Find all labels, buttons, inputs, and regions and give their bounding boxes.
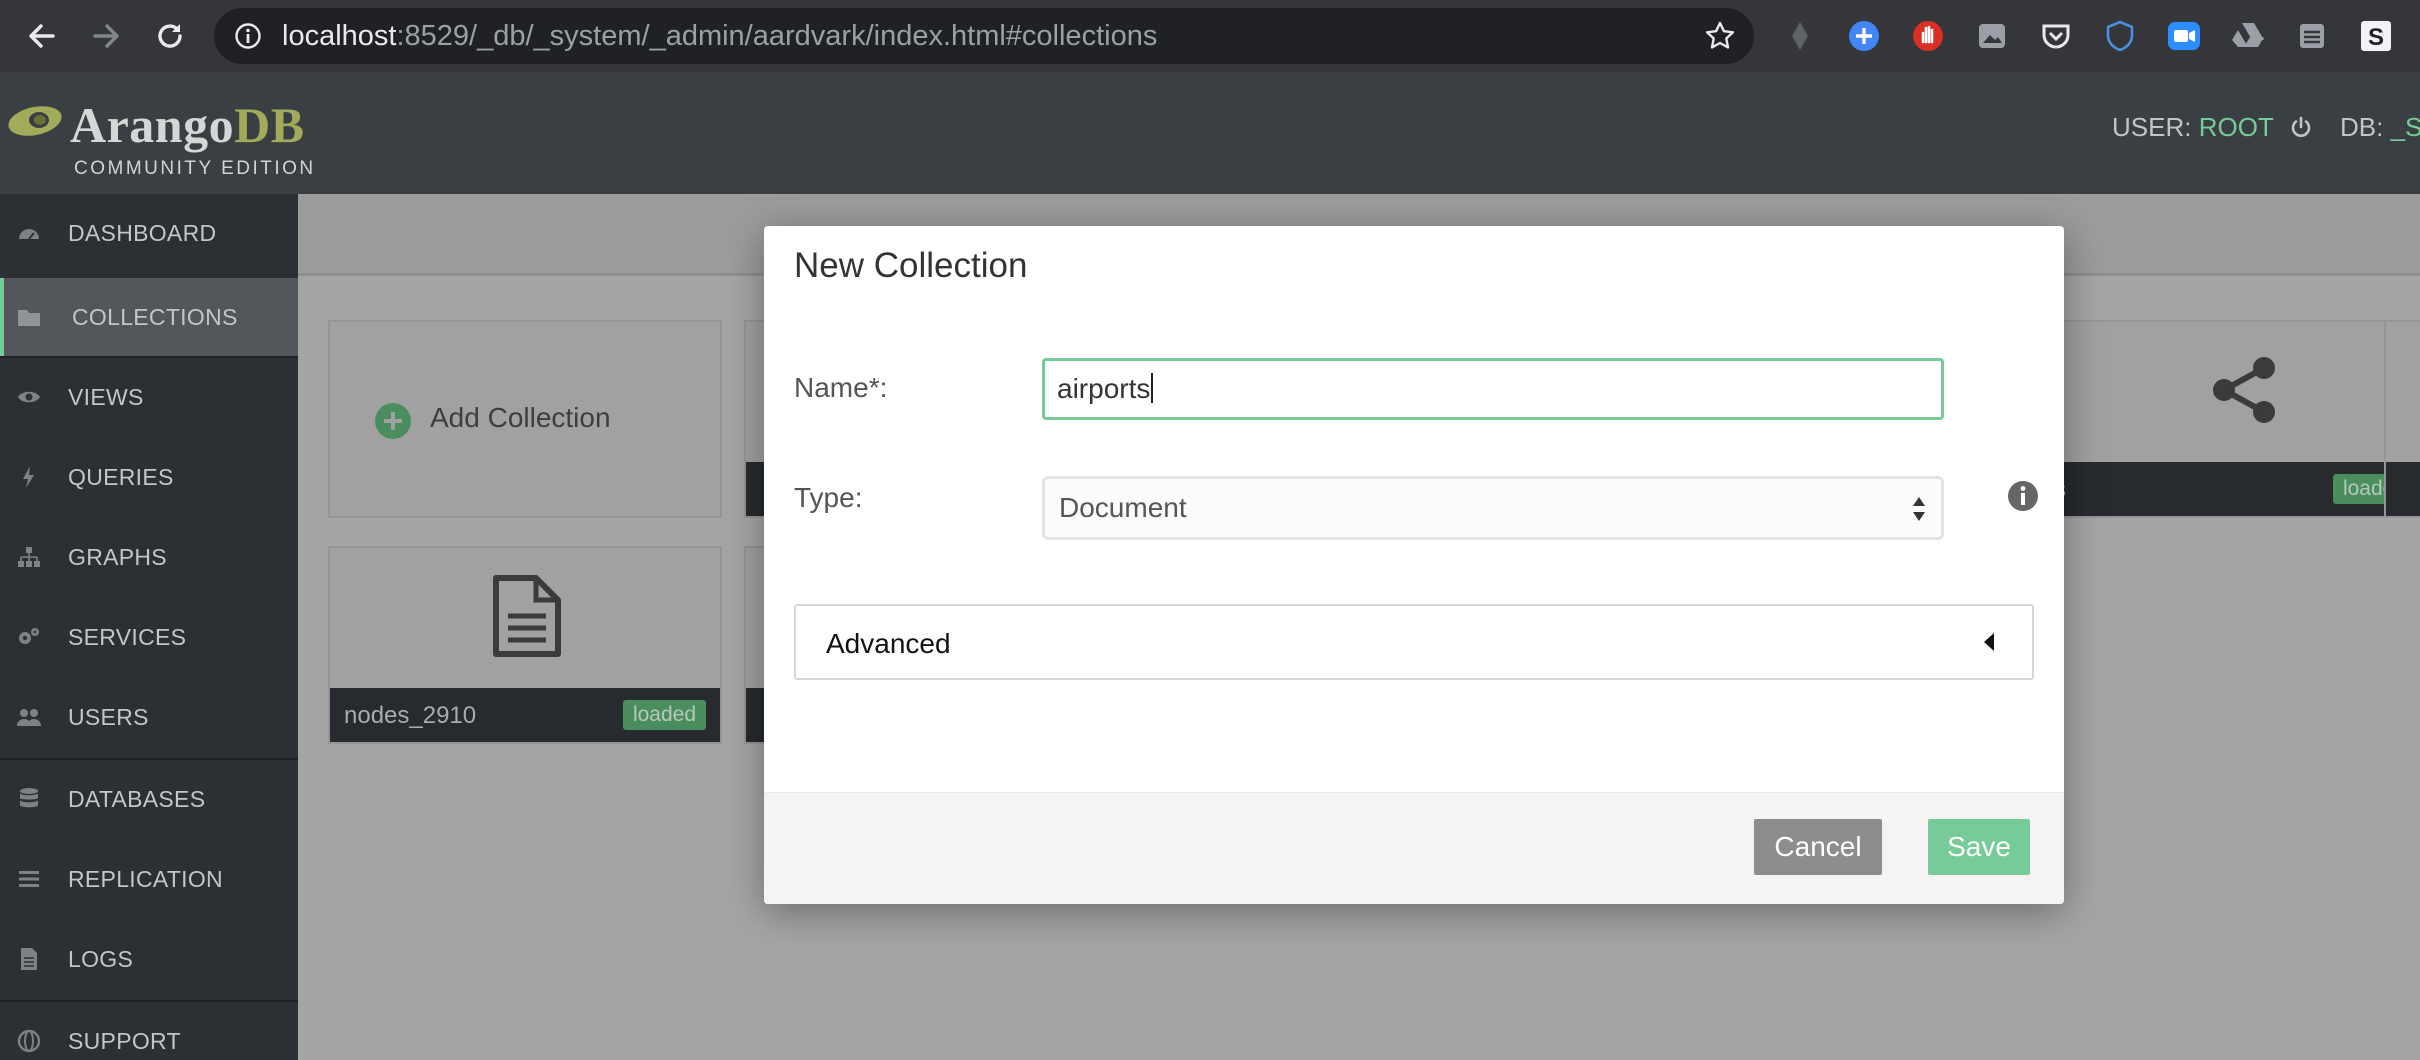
extension-shield-icon[interactable] xyxy=(2102,18,2138,54)
logout-power-icon[interactable] xyxy=(2289,115,2313,139)
collection-tile-footer: s loaded xyxy=(2040,462,2420,516)
sidebar: DASHBOARD COLLECTIONS VIEWS QUERIES GRAP… xyxy=(0,194,298,1060)
sidebar-item-collections[interactable]: COLLECTIONS xyxy=(0,278,298,356)
add-circle-icon xyxy=(375,403,411,439)
sidebar-item-dashboard[interactable]: DASHBOARD xyxy=(0,194,298,272)
new-collection-modal: New Collection Name*: airports Type: Doc… xyxy=(764,226,2064,904)
edition-label: COMMUNITY EDITION xyxy=(74,158,316,179)
back-icon[interactable] xyxy=(20,14,64,58)
dashboard-icon xyxy=(19,229,39,240)
collection-tile[interactable] xyxy=(2384,320,2420,518)
sidebar-item-support[interactable]: SUPPORT xyxy=(0,1002,298,1060)
database-icon xyxy=(20,788,38,808)
sidebar-item-views[interactable]: VIEWS xyxy=(0,358,298,436)
add-collection-tile[interactable]: Add Collection xyxy=(328,320,722,518)
extension-photo-icon[interactable] xyxy=(1974,18,2010,54)
extension-hand-icon[interactable] xyxy=(1910,18,1946,54)
reload-icon[interactable] xyxy=(148,14,192,58)
logo-text[interactable]: ArangoDB xyxy=(70,96,305,154)
forward-icon[interactable] xyxy=(84,14,128,58)
pocket-icon[interactable] xyxy=(2038,18,2074,54)
extension-stack-icon[interactable] xyxy=(2294,18,2330,54)
svg-text:S: S xyxy=(2368,24,2384,51)
browser-toolbar: localhost:8529/_db/_system/_admin/aardva… xyxy=(0,0,2420,72)
collection-name: nodes_2910 xyxy=(344,702,477,729)
extension-plus-icon[interactable] xyxy=(1846,18,1882,54)
collection-type-select[interactable]: Document xyxy=(1042,476,1944,540)
type-field-label: Type: xyxy=(794,482,863,513)
collection-tile[interactable]: s loaded xyxy=(2038,320,2420,518)
modal-footer: Cancel Save xyxy=(764,792,2064,904)
collection-name-input[interactable]: airports xyxy=(1042,358,1944,420)
collection-tile[interactable]: nodes_2910 loaded xyxy=(328,546,722,744)
sitemap-icon xyxy=(18,547,40,567)
caret-left-icon xyxy=(1984,633,1994,651)
drive-icon[interactable] xyxy=(2230,18,2266,54)
name-field-label: Name*: xyxy=(794,372,888,403)
sidebar-item-services[interactable]: SERVICES xyxy=(0,598,298,676)
sidebar-item-users[interactable]: USERS xyxy=(0,678,298,756)
arangodb-logo-icon[interactable] xyxy=(6,102,64,138)
sidebar-item-databases[interactable]: DATABASES xyxy=(0,760,298,838)
sidebar-item-logs[interactable]: LOGS xyxy=(0,920,298,998)
extension-s-icon[interactable]: S xyxy=(2358,18,2394,54)
bookmark-star-icon[interactable] xyxy=(1704,20,1736,52)
eye-icon xyxy=(18,391,40,403)
status-badge: loaded xyxy=(622,700,706,730)
collection-tile-footer xyxy=(2386,462,2420,516)
sidebar-item-graphs[interactable]: GRAPHS xyxy=(0,518,298,596)
modal-title: New Collection xyxy=(794,246,1028,285)
extension-diamond-icon[interactable] xyxy=(1782,18,1818,54)
address-bar[interactable]: localhost:8529/_db/_system/_admin/aardva… xyxy=(214,8,1754,64)
document-icon xyxy=(493,575,561,657)
share-edge-icon xyxy=(2213,357,2275,423)
info-icon[interactable] xyxy=(2007,480,2039,512)
text-cursor xyxy=(1151,373,1154,403)
collection-tile-footer: nodes_2910 loaded xyxy=(330,688,720,742)
save-button[interactable]: Save xyxy=(1928,819,2030,875)
site-info-icon[interactable] xyxy=(234,22,262,50)
zoom-icon[interactable] xyxy=(2166,18,2202,54)
file-icon xyxy=(21,948,37,970)
user-info[interactable]: USER: ROOT xyxy=(2112,112,2313,143)
sidebar-item-replication[interactable]: REPLICATION xyxy=(0,840,298,918)
users-icon xyxy=(17,709,41,726)
globe-icon xyxy=(17,1029,41,1053)
db-info[interactable]: DB: _SY xyxy=(2340,112,2420,143)
sidebar-item-queries[interactable]: QUERIES xyxy=(0,438,298,516)
folder-icon xyxy=(18,310,40,326)
cogs-icon xyxy=(19,628,39,644)
select-arrows-icon xyxy=(1913,497,1925,521)
url-text: localhost:8529/_db/_system/_admin/aardva… xyxy=(282,20,1158,52)
list-icon xyxy=(19,871,39,887)
advanced-section-toggle[interactable]: Advanced xyxy=(794,604,2034,680)
cancel-button[interactable]: Cancel xyxy=(1754,819,1882,875)
app-header: ArangoDB COMMUNITY EDITION USER: ROOT DB… xyxy=(0,72,2420,194)
bolt-icon xyxy=(23,466,34,488)
